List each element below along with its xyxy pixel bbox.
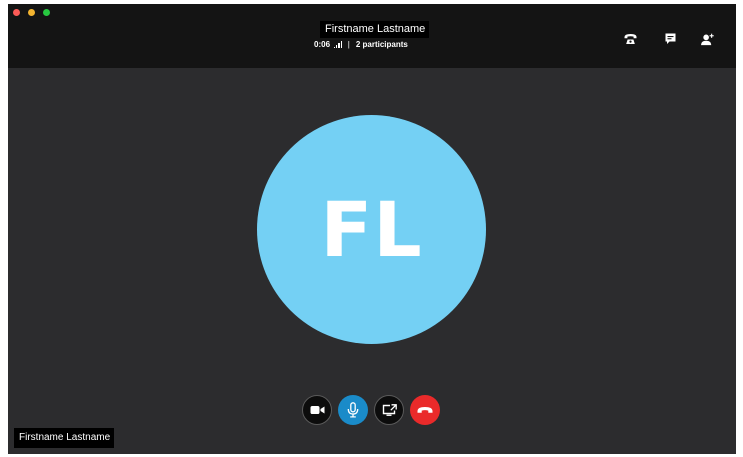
- participant-avatar: FL: [257, 115, 486, 344]
- video-camera-icon: [310, 406, 324, 414]
- call-status: 0:06 | 2 participants: [314, 40, 408, 49]
- add-participant-button[interactable]: [701, 32, 715, 46]
- microphone-icon: [347, 402, 359, 418]
- phone-icon: [624, 34, 636, 44]
- chat-button[interactable]: [663, 32, 677, 46]
- minimize-window-button[interactable]: [28, 9, 35, 16]
- chat-icon: [665, 33, 675, 44]
- zoom-window-button[interactable]: [43, 9, 50, 16]
- signal-strength-icon: [334, 41, 342, 48]
- share-screen-button[interactable]: [374, 395, 404, 425]
- video-toggle-button[interactable]: [302, 395, 332, 425]
- caller-name: Firstname Lastname: [320, 21, 430, 38]
- close-window-button[interactable]: [13, 9, 20, 16]
- call-window: Firstname Lastname 0:06 | 2 participants: [8, 4, 736, 454]
- self-view-name-label: Firstname Lastname: [14, 428, 115, 448]
- status-separator: |: [347, 40, 350, 49]
- avatar-initials: FL: [320, 185, 423, 274]
- participant-count: 2 participants: [355, 40, 408, 49]
- dialpad-button[interactable]: [623, 32, 637, 46]
- share-screen-icon: [382, 403, 397, 416]
- end-call-button[interactable]: [410, 395, 440, 425]
- call-header: Firstname Lastname 0:06 | 2 participants: [8, 4, 736, 68]
- call-duration: 0:06: [314, 40, 331, 49]
- add-person-icon: [701, 33, 714, 45]
- hang-up-icon: [417, 407, 433, 413]
- microphone-toggle-button[interactable]: [338, 395, 368, 425]
